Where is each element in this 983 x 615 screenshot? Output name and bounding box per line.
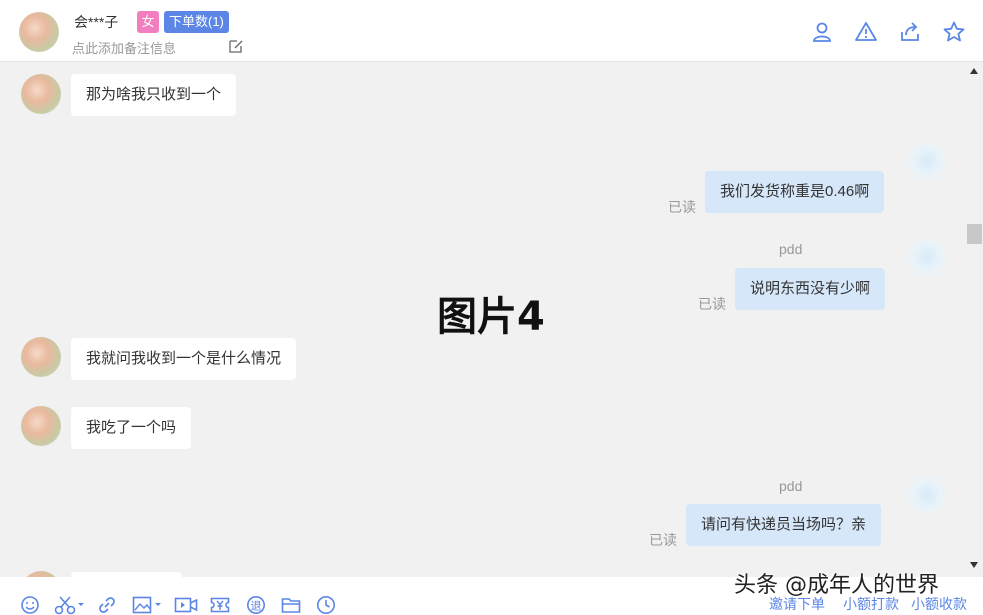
agent-avatar bbox=[906, 236, 948, 278]
folder-icon[interactable] bbox=[281, 595, 301, 615]
image-icon[interactable] bbox=[132, 595, 164, 615]
note-placeholder[interactable]: 点此添加备注信息 bbox=[72, 38, 176, 57]
svg-text:退: 退 bbox=[251, 600, 262, 613]
outgoing-message[interactable]: 我们发货称重是0.46啊 bbox=[705, 171, 885, 213]
read-status: 已读 bbox=[649, 532, 677, 548]
incoming-message[interactable]: 那为啥我只收到一个 bbox=[71, 74, 237, 116]
agent-avatar bbox=[906, 140, 948, 182]
sender-name: pdd bbox=[779, 241, 803, 257]
scroll-down-arrow-icon[interactable] bbox=[970, 562, 978, 568]
watermark-credit: 头条 @成年人的世界 bbox=[734, 573, 939, 598]
emoji-icon[interactable] bbox=[20, 595, 40, 615]
contact-avatar[interactable] bbox=[21, 406, 61, 446]
scrollbar-thumb[interactable] bbox=[967, 224, 982, 244]
scroll-up-arrow-icon[interactable] bbox=[970, 68, 978, 74]
star-icon[interactable] bbox=[942, 20, 966, 44]
read-status: 已读 bbox=[698, 296, 726, 312]
gender-tag: 女 bbox=[137, 11, 159, 33]
outgoing-message[interactable]: 说明东西没有少啊 bbox=[735, 268, 886, 310]
read-status: 已读 bbox=[668, 199, 696, 215]
share-icon[interactable] bbox=[898, 20, 922, 44]
sender-name: pdd bbox=[779, 478, 803, 494]
incoming-message[interactable]: 我吃了一个吗 bbox=[71, 407, 192, 449]
chat-scrollbar[interactable] bbox=[966, 62, 983, 577]
contact-avatar[interactable] bbox=[21, 74, 61, 114]
chat-header: 会***子 女 下单数(1) 点此添加备注信息 bbox=[0, 0, 983, 62]
refund-icon[interactable]: 退 bbox=[246, 595, 266, 615]
contact-avatar[interactable] bbox=[21, 337, 61, 377]
contact-name: 会***子 bbox=[74, 14, 119, 30]
image-label-overlay: 图片4 bbox=[437, 294, 545, 340]
incoming-message[interactable]: 我就问我收到一个是什么情况 bbox=[71, 338, 297, 380]
link-icon[interactable] bbox=[97, 595, 117, 615]
contact-avatar[interactable] bbox=[19, 12, 59, 52]
video-icon[interactable] bbox=[174, 595, 198, 615]
user-profile-icon[interactable] bbox=[810, 20, 834, 44]
outgoing-message[interactable]: 请问有快递员当场吗？亲 bbox=[686, 504, 882, 546]
agent-avatar bbox=[906, 474, 948, 516]
edit-icon[interactable] bbox=[228, 38, 244, 54]
coupon-icon[interactable] bbox=[210, 595, 230, 615]
order-count-tag[interactable]: 下单数(1) bbox=[164, 11, 229, 33]
warning-icon[interactable] bbox=[854, 20, 878, 44]
clock-icon[interactable] bbox=[316, 595, 336, 615]
scissors-icon[interactable] bbox=[54, 595, 86, 615]
